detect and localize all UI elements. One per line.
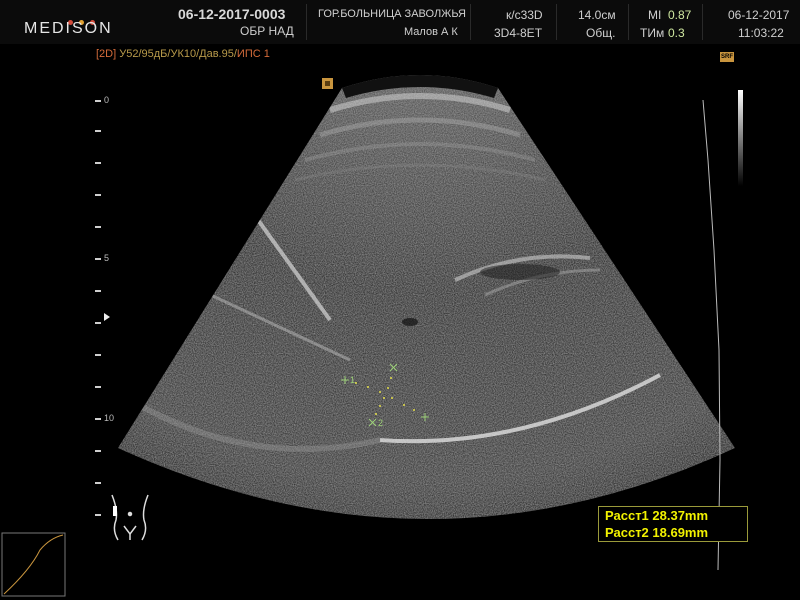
probe-position-marker	[113, 506, 117, 516]
depth-label-5: 5	[104, 253, 110, 263]
body-mark-icon[interactable]	[111, 494, 149, 541]
orientation-marker-icon	[322, 78, 333, 89]
tgc-line	[702, 99, 721, 571]
measurement-results: Расст1 28.37mm Расст2 18.69mm	[598, 506, 748, 542]
caliper-label-1: 1	[350, 375, 356, 385]
depth-scale	[95, 100, 101, 516]
tgc-curve-icon[interactable]	[1, 532, 66, 597]
caliper-label-2: 2	[378, 418, 384, 428]
measurement-distance-2: Расст2 18.69mm	[605, 525, 709, 540]
depth-label-0: 0	[104, 95, 110, 105]
scan-sector	[118, 75, 735, 519]
srf-icon: SRF	[720, 52, 734, 62]
depth-label-10: 10	[104, 413, 115, 423]
focus-arrow-icon	[104, 313, 110, 321]
grayscale-bar	[738, 90, 743, 186]
measurement-distance-1: Расст1 28.37mm	[605, 508, 709, 523]
